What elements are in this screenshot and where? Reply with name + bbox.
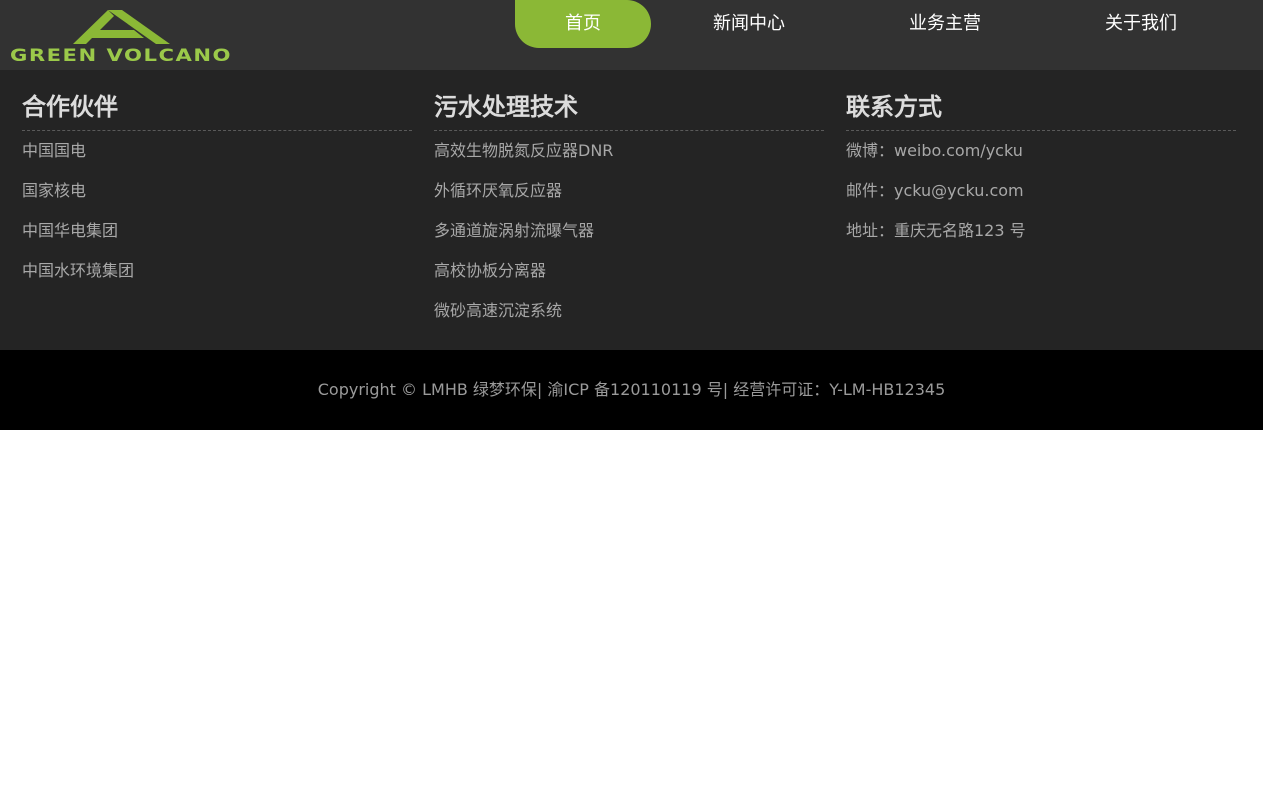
list-item[interactable]: 中国华电集团 xyxy=(22,221,412,261)
copyright-text: Copyright © LMHB 绿梦环保| 渝ICP 备120110119 号… xyxy=(317,380,946,399)
column-divider xyxy=(846,130,1236,131)
contact-weibo[interactable]: 微博：weibo.com/ycku xyxy=(846,141,1236,181)
contact-column: 联系方式 微博：weibo.com/ycku 邮件：ycku@ycku.com … xyxy=(846,70,1236,261)
list-item[interactable]: 高校协板分离器 xyxy=(434,261,824,301)
nav-item-business[interactable]: 业务主营 xyxy=(847,0,1043,48)
main-nav: 首页 新闻中心 业务主营 关于我们 xyxy=(515,0,1239,48)
list-item[interactable]: 多通道旋涡射流曝气器 xyxy=(434,221,824,261)
list-item[interactable]: 高效生物脱氮反应器DNR xyxy=(434,141,824,181)
list-item[interactable]: 国家核电 xyxy=(22,181,412,221)
column-title: 联系方式 xyxy=(846,93,942,121)
technology-column: 污水处理技术 高效生物脱氮反应器DNR 外循环厌氧反应器 多通道旋涡射流曝气器 … xyxy=(434,70,824,341)
column-divider xyxy=(22,130,412,131)
contact-address: 地址：重庆无名路123 号 xyxy=(846,221,1026,240)
list-item[interactable]: 中国国电 xyxy=(22,141,412,181)
footer-links: 合作伙伴 中国国电 国家核电 中国华电集团 中国水环境集团 污水处理技术 高效生… xyxy=(0,70,1263,350)
partners-column: 合作伙伴 中国国电 国家核电 中国华电集团 中国水环境集团 xyxy=(22,70,412,301)
copyright-bar: Copyright © LMHB 绿梦环保| 渝ICP 备120110119 号… xyxy=(0,350,1263,430)
green-volcano-logo[interactable]: GREEN VOLCANO xyxy=(10,6,234,64)
nav-item-news[interactable]: 新闻中心 xyxy=(651,0,847,48)
column-title: 污水处理技术 xyxy=(434,93,578,121)
logo-mark-icon: GREEN VOLCANO xyxy=(10,10,232,64)
logo-wordmark: GREEN VOLCANO xyxy=(10,46,232,64)
contact-email[interactable]: 邮件：ycku@ycku.com xyxy=(846,181,1236,221)
contact-list: 微博：weibo.com/ycku 邮件：ycku@ycku.com 地址：重庆… xyxy=(846,141,1236,261)
technology-list: 高效生物脱氮反应器DNR 外循环厌氧反应器 多通道旋涡射流曝气器 高校协板分离器… xyxy=(434,141,824,341)
list-item[interactable]: 外循环厌氧反应器 xyxy=(434,181,824,221)
partners-list: 中国国电 国家核电 中国华电集团 中国水环境集团 xyxy=(22,141,412,301)
column-divider xyxy=(434,130,824,131)
column-title: 合作伙伴 xyxy=(22,93,118,121)
nav-item-about[interactable]: 关于我们 xyxy=(1043,0,1239,48)
site-header: GREEN VOLCANO 首页 新闻中心 业务主营 关于我们 xyxy=(0,0,1263,70)
nav-item-home[interactable]: 首页 xyxy=(515,0,651,48)
list-item[interactable]: 微砂高速沉淀系统 xyxy=(434,301,824,341)
list-item[interactable]: 中国水环境集团 xyxy=(22,261,412,301)
